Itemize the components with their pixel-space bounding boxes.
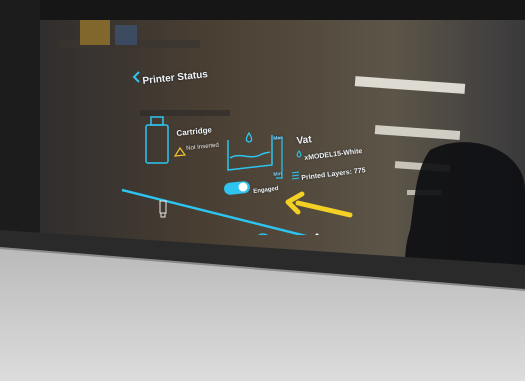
resin-drop-icon [296,150,302,158]
back-chevron-icon[interactable] [132,71,140,83]
droplet-icon [245,131,253,143]
pointer-arrow [285,191,353,218]
engaged-toggle[interactable] [223,181,250,196]
vat-label: Vat [296,134,313,147]
warning-icon [173,146,187,157]
vat-min-label: Min [273,170,283,178]
home-icon[interactable] [309,232,325,235]
cartridge-icon [145,116,169,164]
gear-icon[interactable] [256,233,270,235]
vat-icon [227,135,273,171]
printer-screen [121,71,353,235]
vat-max-label: Max [273,134,284,142]
layers-small-icon [291,171,300,180]
usb-icon [159,200,167,218]
photo: Printer Status Cartridge Not Inserted Ma… [0,0,525,381]
